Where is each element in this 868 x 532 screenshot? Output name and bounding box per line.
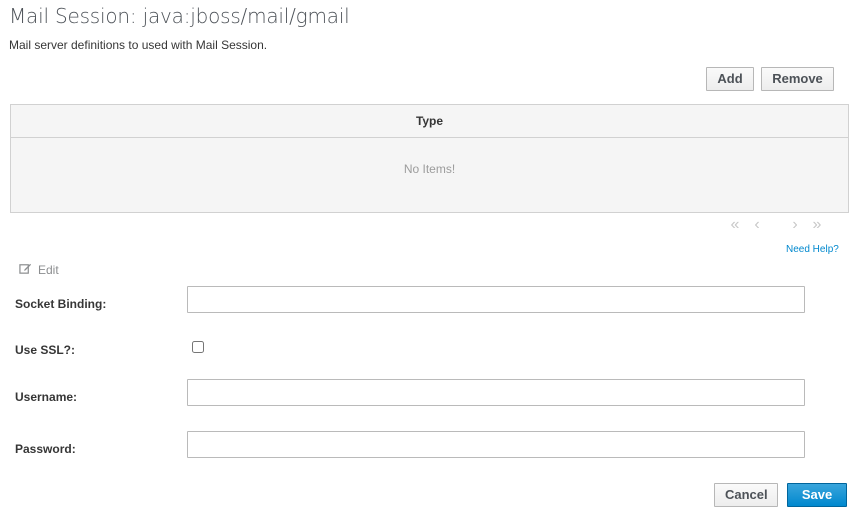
- edit-link[interactable]: Edit: [19, 262, 59, 278]
- use-ssl-label: Use SSL?:: [15, 343, 76, 357]
- socket-binding-input[interactable]: [187, 286, 805, 313]
- column-header-type[interactable]: Type: [11, 105, 848, 138]
- password-input[interactable]: [187, 431, 805, 458]
- add-button[interactable]: Add: [706, 67, 754, 91]
- mail-session-page: Mail Session: java:jboss/mail/gmail Mail…: [0, 0, 868, 532]
- prev-page-icon[interactable]: ‹: [746, 216, 768, 234]
- mail-server-table: Type No Items!: [10, 104, 849, 213]
- save-button[interactable]: Save: [787, 483, 847, 507]
- cancel-button[interactable]: Cancel: [714, 483, 778, 507]
- use-ssl-checkbox[interactable]: [192, 341, 204, 353]
- next-page-icon[interactable]: ›: [784, 216, 806, 234]
- page-title: Mail Session: java:jboss/mail/gmail: [9, 4, 350, 28]
- password-label: Password:: [15, 442, 76, 456]
- page-description: Mail server definitions to used with Mai…: [9, 38, 268, 52]
- username-input[interactable]: [187, 379, 805, 406]
- need-help-link[interactable]: Need Help?: [786, 244, 839, 255]
- socket-binding-label: Socket Binding:: [15, 297, 107, 311]
- first-page-icon[interactable]: «: [724, 216, 746, 234]
- edit-icon: [19, 262, 32, 278]
- username-label: Username:: [15, 390, 78, 404]
- remove-button[interactable]: Remove: [761, 67, 834, 91]
- edit-label: Edit: [38, 263, 59, 277]
- last-page-icon[interactable]: »: [806, 216, 828, 234]
- pager: « ‹ › »: [724, 216, 828, 234]
- empty-table-message: No Items!: [403, 162, 456, 176]
